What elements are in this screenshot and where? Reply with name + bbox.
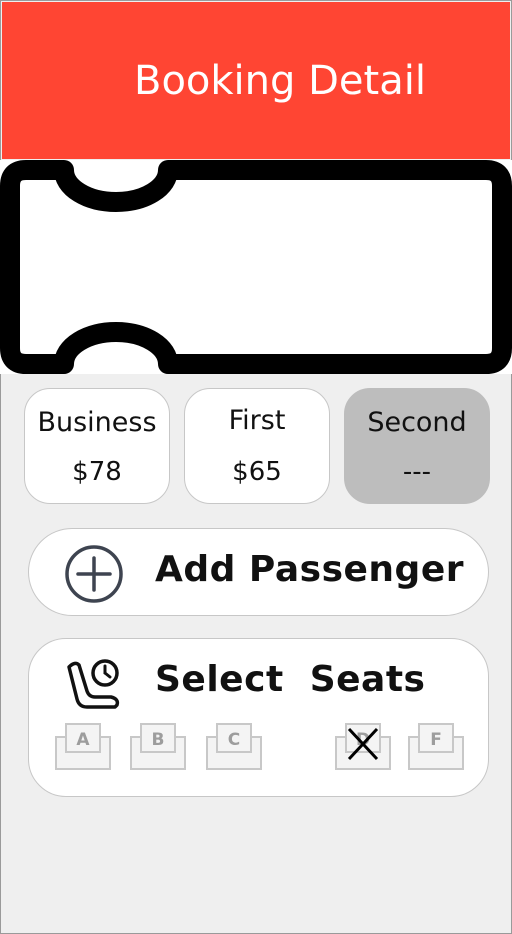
fare-class-name: Second	[367, 407, 467, 438]
fare-class-name: First	[228, 405, 286, 436]
fare-class-price: $78	[72, 457, 122, 487]
page-title: Booking Detail	[134, 57, 426, 104]
fare-class-price: $65	[232, 457, 282, 487]
close-icon	[347, 727, 379, 761]
seat-label: A	[76, 730, 90, 750]
fare-class-first[interactable]: First $65	[184, 388, 330, 504]
seat-clock-icon	[67, 659, 120, 709]
plus-circle-icon	[65, 545, 123, 603]
seat-label: C	[227, 730, 241, 750]
seat-label: F	[430, 730, 442, 750]
ticket-area	[0, 160, 512, 374]
fare-class-price: ---	[402, 457, 432, 487]
seat-d-taken[interactable]: D	[334, 722, 392, 772]
ticket-icon	[0, 160, 512, 374]
add-passenger-label: Add Passenger	[155, 549, 464, 590]
seat-a[interactable]: A	[54, 722, 112, 772]
select-seats-label: Select Seats	[155, 659, 426, 700]
select-seats-panel: Select Seats A B C D F	[28, 638, 489, 797]
fare-class-name: Business	[37, 407, 157, 438]
seat-f[interactable]: F	[407, 722, 465, 772]
seat-label: B	[151, 730, 165, 750]
seat-c[interactable]: C	[205, 722, 263, 772]
fare-class-second[interactable]: Second ---	[344, 388, 490, 504]
add-passenger-button[interactable]: Add Passenger	[28, 528, 489, 616]
seat-b[interactable]: B	[129, 722, 187, 772]
page-header: Booking Detail	[2, 2, 510, 159]
fare-class-business[interactable]: Business $78	[24, 388, 170, 504]
